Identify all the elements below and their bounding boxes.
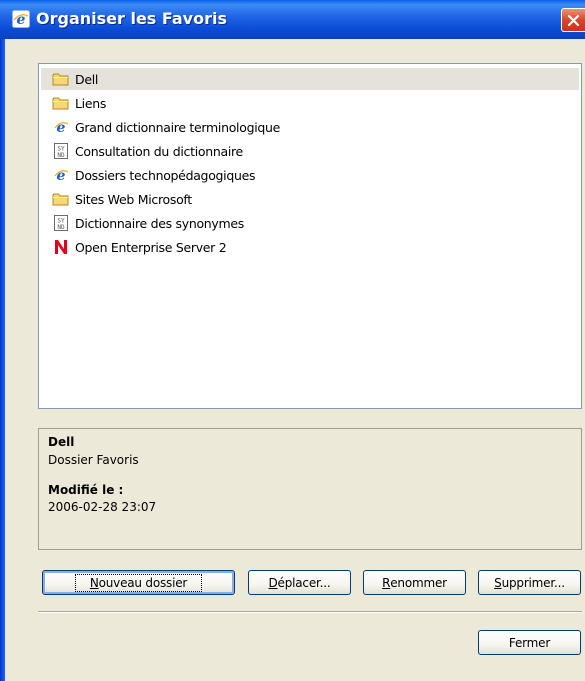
title-bar[interactable]: e Organiser les Favoris (0, 0, 585, 39)
favorite-item-label: Liens (75, 95, 107, 111)
favorite-item[interactable]: Dell (41, 68, 579, 90)
move-button[interactable]: Déplacer... (248, 570, 351, 595)
favorite-item[interactable]: Liens (41, 92, 579, 114)
favorite-item[interactable]: Sites Web Microsoft (41, 188, 579, 210)
syn-page-icon: SY ND (51, 214, 71, 232)
separator (38, 611, 582, 613)
close-button[interactable]: Fermer (478, 630, 581, 655)
folder-icon (51, 70, 71, 88)
favorite-item[interactable]: Open Enterprise Server 2 (41, 236, 579, 258)
favorite-item[interactable]: e Grand dictionnaire terminologique (41, 116, 579, 138)
window-frame-left (0, 0, 5, 681)
favorite-item[interactable]: SY ND Consultation du dictionnaire (41, 140, 579, 162)
ie-page-icon: e (51, 166, 71, 184)
window-title: Organiser les Favoris (36, 9, 227, 28)
modified-label: Modifié le : (48, 483, 124, 497)
detail-name: Dell (48, 435, 75, 449)
svg-text:ND: ND (57, 152, 65, 159)
folder-icon (51, 94, 71, 112)
new-folder-button[interactable]: Nouveau dossier (42, 570, 235, 595)
folder-icon (51, 190, 71, 208)
favorite-item-label: Open Enterprise Server 2 (75, 239, 227, 255)
detail-type: Dossier Favoris (48, 453, 139, 467)
favorite-item-label: Consultation du dictionnaire (75, 143, 243, 159)
modified-value: 2006-02-28 23:07 (48, 500, 157, 514)
organize-favorites-dialog: e Organiser les Favoris Dell Liens e Grand … (0, 0, 585, 681)
favorite-item[interactable]: e Dossiers technopédagogiques (41, 164, 579, 186)
rename-button[interactable]: Renommer (363, 570, 466, 595)
favorite-item-label: Dictionnaire des synonymes (75, 215, 244, 231)
favorite-item-label: Grand dictionnaire terminologique (75, 119, 281, 135)
close-window-button[interactable] (561, 8, 585, 32)
favorite-item-label: Dell (75, 71, 99, 87)
internet-explorer-icon: e (12, 10, 30, 28)
favorite-item-label: Sites Web Microsoft (75, 191, 192, 207)
ie-page-icon: e (51, 118, 71, 136)
close-icon (567, 14, 580, 27)
details-panel: Dell Dossier Favoris Modifié le : 2006-0… (38, 428, 582, 550)
novell-icon (51, 238, 71, 256)
svg-text:ND: ND (57, 224, 65, 231)
syn-page-icon: SY ND (51, 142, 71, 160)
favorite-item[interactable]: SY ND Dictionnaire des synonymes (41, 212, 579, 234)
favorites-list[interactable]: Dell Liens e Grand dictionnaire terminologi… (38, 63, 582, 409)
delete-button[interactable]: Supprimer... (478, 570, 581, 595)
favorite-item-label: Dossiers technopédagogiques (75, 167, 256, 183)
